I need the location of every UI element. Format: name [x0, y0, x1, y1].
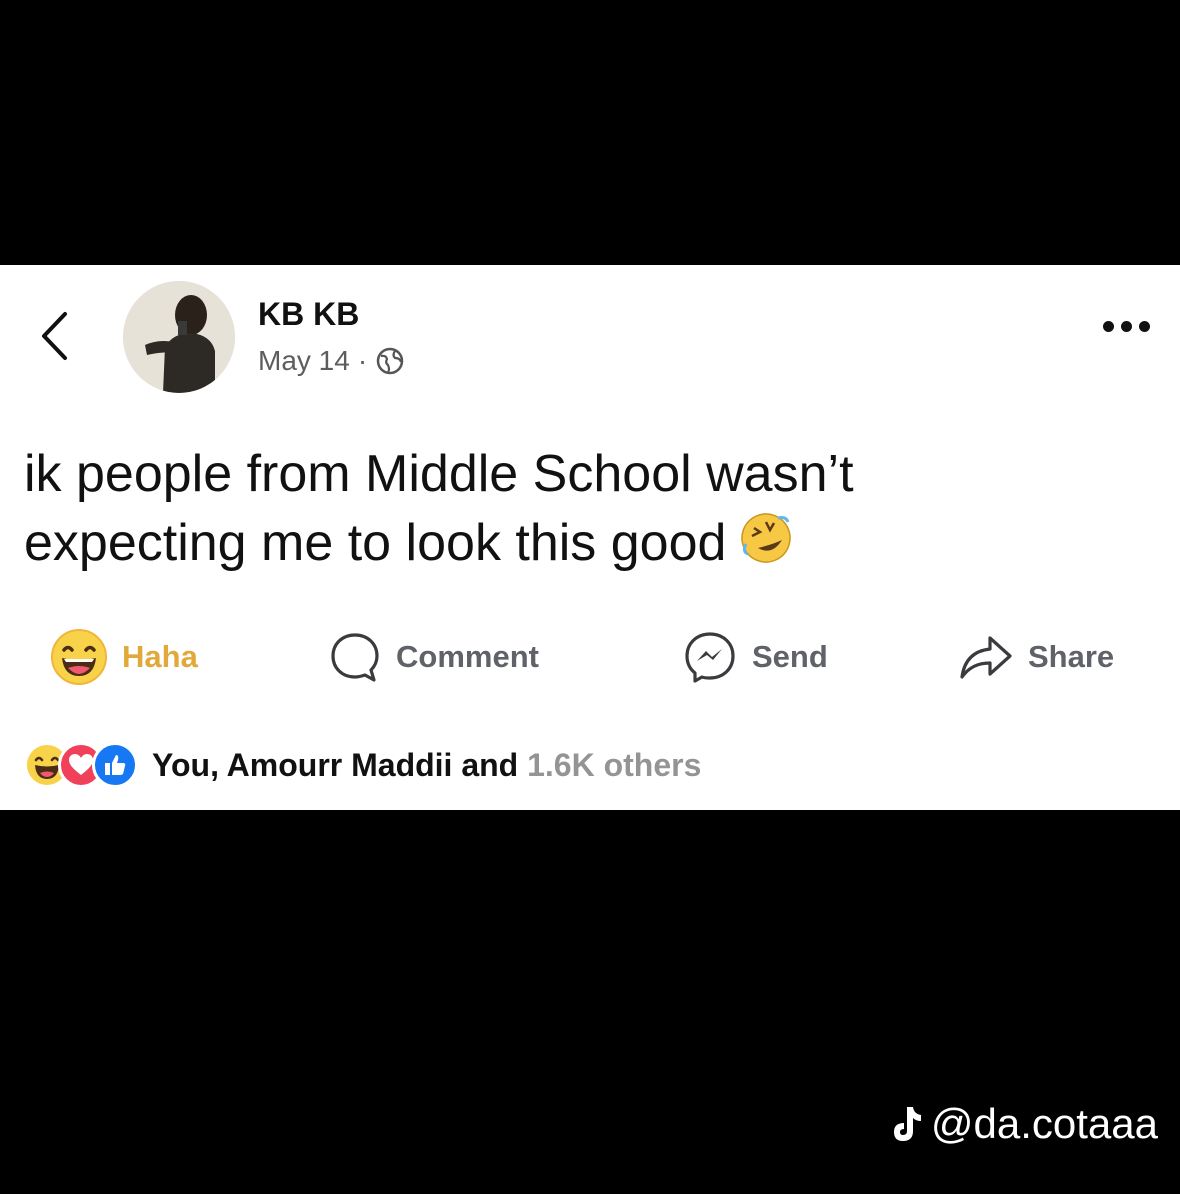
send-label: Send	[752, 639, 828, 674]
watermark-handle: @da.cotaaa	[930, 1100, 1158, 1147]
avatar[interactable]	[123, 281, 235, 393]
post-date[interactable]: May 14	[258, 345, 350, 377]
reaction-icons	[24, 742, 138, 788]
haha-label: Haha	[122, 639, 198, 674]
author-name[interactable]: KB KB	[258, 296, 359, 333]
send-button[interactable]: Send	[682, 624, 828, 690]
reactions-summary-names: You, Amourr Maddii and	[152, 746, 519, 783]
back-button[interactable]	[34, 306, 74, 366]
tiktok-icon	[893, 1107, 921, 1141]
comment-button[interactable]: Comment	[328, 624, 539, 690]
rolling-laughing-emoji-icon	[738, 510, 794, 584]
haha-reaction-button[interactable]: Haha	[50, 624, 198, 690]
post-text-line-2-text: expecting me to look this good	[24, 514, 727, 572]
tiktok-watermark: @da.cotaaa	[891, 1100, 1158, 1148]
haha-icon	[51, 629, 107, 685]
more-options-button[interactable]	[1103, 321, 1150, 332]
like-icon	[92, 742, 138, 788]
post-text-line-1: ik people from Middle School wasn’t	[24, 445, 854, 503]
share-arrow-icon	[960, 636, 1012, 679]
chevron-left-icon	[42, 312, 67, 360]
share-label: Share	[1028, 639, 1115, 674]
comment-icon	[331, 633, 379, 682]
dot-icon	[1139, 321, 1150, 332]
dot-icon	[1103, 321, 1114, 332]
reactions-summary[interactable]: You, Amourr Maddii and 1.6K others	[24, 742, 701, 788]
meta-separator: ·	[357, 345, 368, 376]
messenger-icon	[685, 632, 735, 683]
post-text-line-2: expecting me to look this good	[24, 509, 1144, 584]
post-actions-bar: Haha Comment Send Share	[0, 624, 1180, 690]
post-text: ik people from Middle School wasn’t expe…	[24, 440, 1144, 584]
dot-icon	[1121, 321, 1132, 332]
post-meta: May 14 ·	[258, 345, 405, 377]
globe-icon	[376, 347, 404, 375]
comment-label: Comment	[396, 639, 539, 674]
reactions-summary-text[interactable]: You, Amourr Maddii and 1.6K others	[152, 747, 701, 784]
reactions-summary-count: 1.6K others	[527, 746, 702, 783]
share-button[interactable]: Share	[958, 624, 1114, 690]
